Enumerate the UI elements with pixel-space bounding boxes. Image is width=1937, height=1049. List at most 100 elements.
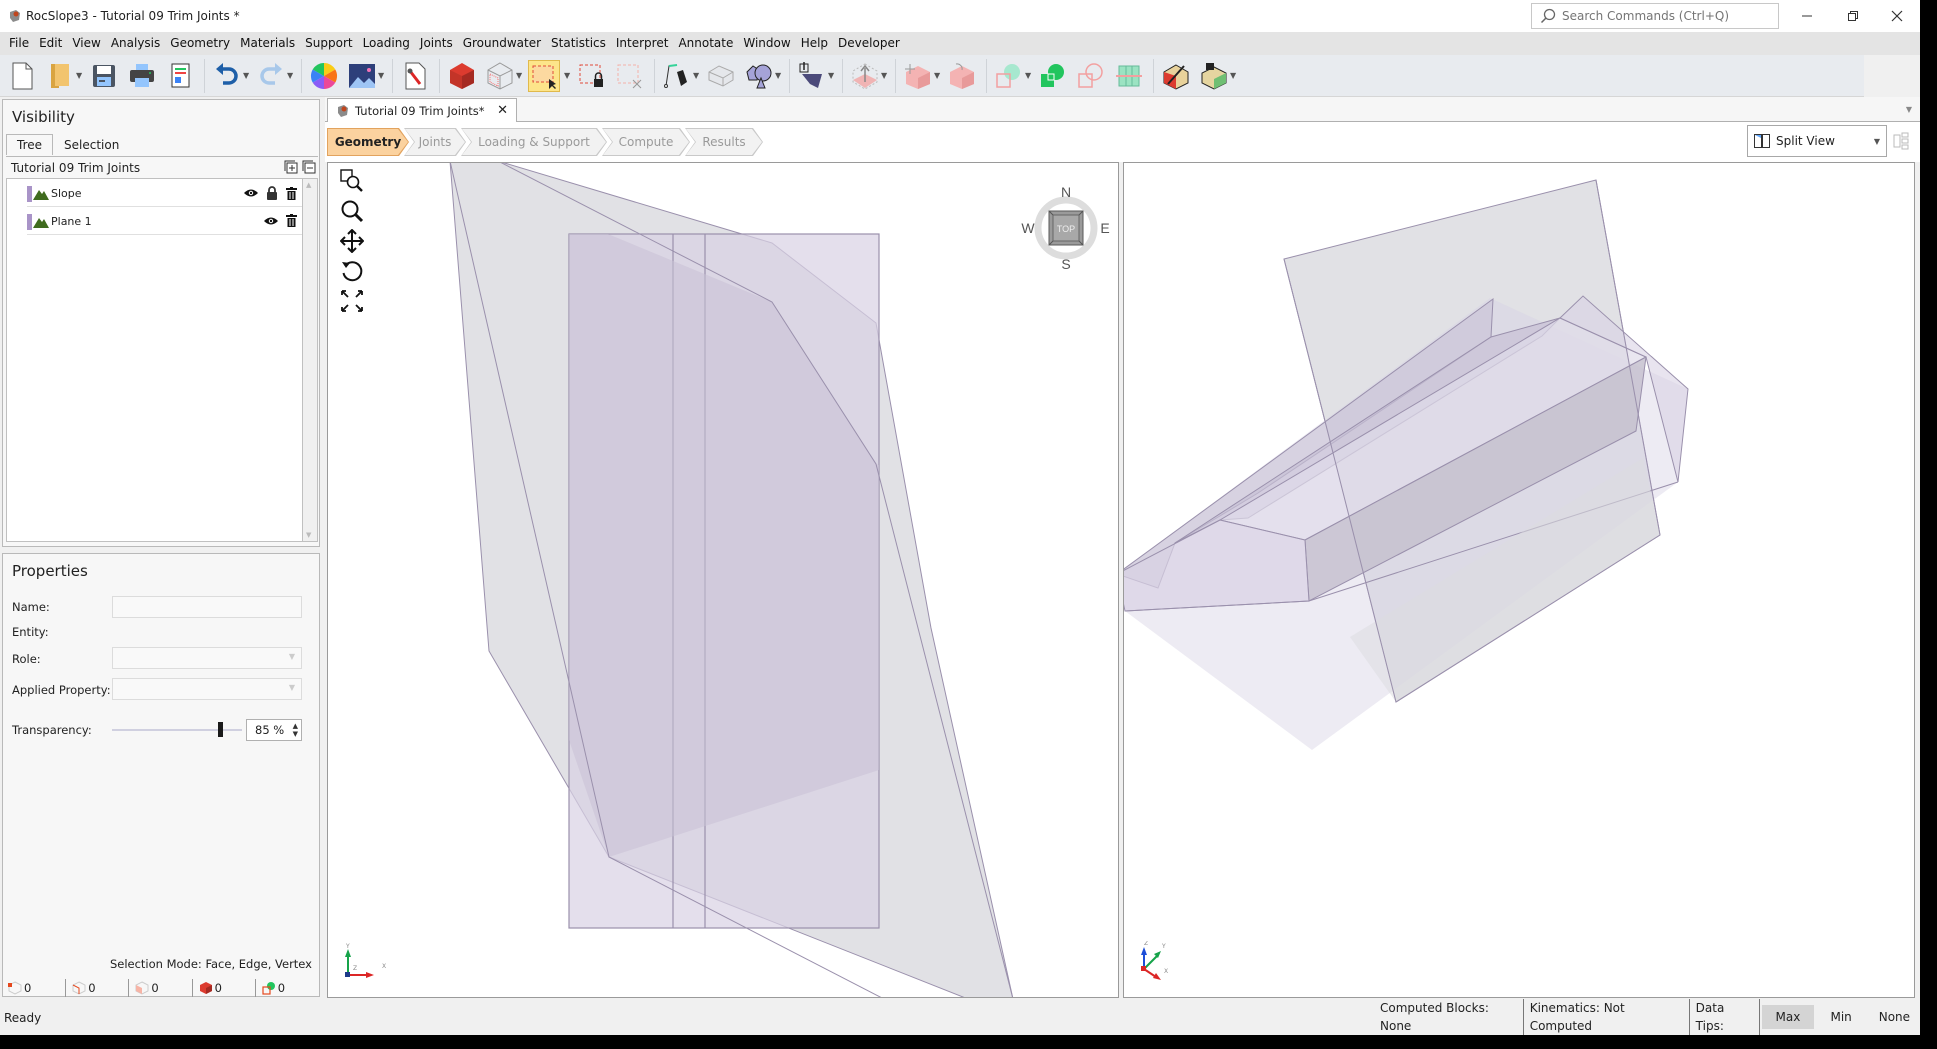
menu-view[interactable]: View <box>67 32 105 55</box>
color-wheel-button[interactable] <box>308 60 340 92</box>
spin-arrows-icon[interactable]: ▲ ▼ <box>293 722 298 738</box>
move-up-button[interactable] <box>849 60 881 92</box>
rotate-tool[interactable] <box>338 257 366 285</box>
expand-all-icon[interactable] <box>284 160 298 174</box>
workflow-step-results[interactable]: Results <box>685 128 763 156</box>
view-mode-select[interactable]: Split View ▼ <box>1747 125 1887 157</box>
scroll-up-arrow[interactable]: ▲ <box>306 181 311 189</box>
tab-tree[interactable]: Tree <box>6 134 54 155</box>
excavate-button[interactable] <box>1198 60 1230 92</box>
background-dropdown-arrow[interactable]: ▼ <box>378 71 386 80</box>
undo-button[interactable] <box>211 60 243 92</box>
role-select[interactable]: ▼ <box>112 647 302 669</box>
restore-button[interactable] <box>1830 0 1876 32</box>
open-dropdown-arrow[interactable]: ▼ <box>76 71 84 80</box>
import-dropdown-arrow[interactable]: ▼ <box>828 71 836 80</box>
lock-selection-button[interactable] <box>576 60 608 92</box>
menu-interpret[interactable]: Interpret <box>611 32 674 55</box>
compass-west[interactable]: W <box>1021 220 1035 236</box>
data-tips-max-button[interactable]: Max <box>1762 1005 1814 1029</box>
extrude-surface-button[interactable] <box>705 60 737 92</box>
rotate-block-button[interactable] <box>946 60 978 92</box>
solid-view-button[interactable] <box>446 60 478 92</box>
project-settings-button[interactable] <box>399 60 431 92</box>
scroll-down-arrow[interactable]: ▼ <box>306 531 311 539</box>
transparency-slider-thumb[interactable] <box>218 722 224 737</box>
eye-icon[interactable] <box>264 216 278 226</box>
translate-block-button[interactable] <box>902 60 934 92</box>
view-mode-dropdown-arrow[interactable]: ▼ <box>516 71 524 80</box>
print-button[interactable] <box>126 60 158 92</box>
tab-list-dropdown-icon[interactable]: ▼ <box>1906 105 1912 114</box>
search-commands[interactable] <box>1531 3 1779 29</box>
redo-button[interactable] <box>255 60 287 92</box>
menu-geometry[interactable]: Geometry <box>165 32 235 55</box>
collapse-all-icon[interactable] <box>302 160 316 174</box>
union-dropdown-arrow[interactable]: ▼ <box>1025 71 1033 80</box>
wireframe-view-button[interactable] <box>484 60 516 92</box>
save-button[interactable] <box>88 60 120 92</box>
undo-dropdown-arrow[interactable]: ▼ <box>243 71 251 80</box>
workflow-step-joints[interactable]: Joints <box>404 128 466 156</box>
boolean-dropdown-arrow[interactable]: ▼ <box>775 71 783 80</box>
menu-materials[interactable]: Materials <box>235 32 300 55</box>
data-tips-none-button[interactable]: None <box>1869 1005 1920 1029</box>
compass-north[interactable]: N <box>1061 184 1071 200</box>
name-field[interactable] <box>112 596 302 618</box>
background-image-button[interactable] <box>346 60 378 92</box>
report-button[interactable] <box>164 60 196 92</box>
select-window-button[interactable] <box>528 59 560 92</box>
menu-groundwater[interactable]: Groundwater <box>458 32 546 55</box>
transparency-spinbox[interactable]: 85 % ▲ ▼ <box>246 719 302 741</box>
close-button[interactable] <box>1874 0 1920 32</box>
clear-selection-button[interactable] <box>614 60 646 92</box>
boolean-shapes-button[interactable] <box>743 60 775 92</box>
compass-east[interactable]: E <box>1100 220 1109 236</box>
draw-polyline-button[interactable] <box>661 60 693 92</box>
move-dropdown-arrow[interactable]: ▼ <box>881 71 889 80</box>
tree-scrollbar[interactable]: ▲ ▼ <box>302 178 318 542</box>
menu-statistics[interactable]: Statistics <box>546 32 611 55</box>
subtract-button[interactable] <box>1075 60 1107 92</box>
import-surface-button[interactable] <box>796 60 828 92</box>
select-dropdown-arrow[interactable]: ▼ <box>564 71 572 80</box>
menu-loading[interactable]: Loading <box>358 32 415 55</box>
workflow-step-loading-support[interactable]: Loading & Support <box>461 128 607 156</box>
applied-property-select[interactable]: ▼ <box>112 678 302 700</box>
union-button[interactable] <box>993 60 1025 92</box>
redo-dropdown-arrow[interactable]: ▼ <box>287 71 295 80</box>
lock-icon[interactable] <box>266 186 278 200</box>
viewport-3d-view[interactable]: Z Y X <box>1123 162 1915 998</box>
document-tab[interactable]: Tutorial 09 Trim Joints* ✕ <box>327 98 517 123</box>
zoom-tool[interactable] <box>338 197 366 225</box>
menu-annotate[interactable]: Annotate <box>673 32 738 55</box>
view-compass[interactable]: TOP N S E W <box>1021 183 1111 273</box>
trash-icon[interactable] <box>286 214 297 227</box>
search-input[interactable] <box>1560 7 1770 25</box>
menu-help[interactable]: Help <box>796 32 833 55</box>
data-tips-min-button[interactable]: Min <box>1816 1005 1867 1029</box>
workflow-step-compute[interactable]: Compute <box>602 128 690 156</box>
close-tab-icon[interactable]: ✕ <box>497 103 508 118</box>
zoom-extents-tool[interactable] <box>338 287 366 315</box>
viewport-layout-icon[interactable] <box>1893 132 1909 150</box>
open-folder-button[interactable] <box>44 60 76 92</box>
trash-icon[interactable] <box>286 186 297 200</box>
menu-joints[interactable]: Joints <box>415 32 458 55</box>
translate-dropdown-arrow[interactable]: ▼ <box>934 71 942 80</box>
edit-slope-button[interactable] <box>1160 60 1192 92</box>
zoom-window-tool[interactable] <box>338 167 366 195</box>
eye-icon[interactable] <box>244 188 258 198</box>
minimize-button[interactable] <box>1784 0 1830 32</box>
new-file-button[interactable] <box>6 60 38 92</box>
tab-selection[interactable]: Selection <box>53 134 130 155</box>
draw-dropdown-arrow[interactable]: ▼ <box>693 71 701 80</box>
viewport-top-view[interactable]: TOP N S E W Y X Z <box>327 162 1119 998</box>
menu-analysis[interactable]: Analysis <box>106 32 165 55</box>
tree-item-plane-1[interactable]: Plane 1 <box>27 209 303 235</box>
menu-window[interactable]: Window <box>738 32 795 55</box>
intersect-button[interactable] <box>1037 60 1069 92</box>
menu-support[interactable]: Support <box>300 32 357 55</box>
excavate-dropdown-arrow[interactable]: ▼ <box>1230 71 1238 80</box>
menu-file[interactable]: File <box>4 32 34 55</box>
